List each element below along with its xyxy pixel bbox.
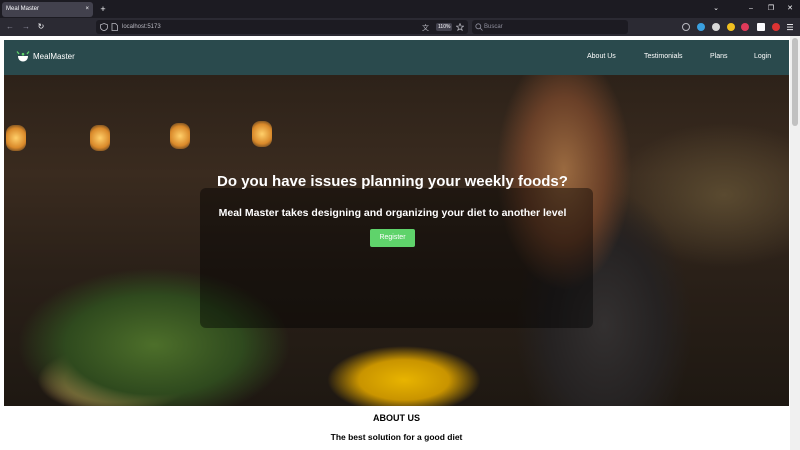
page-icon: [111, 23, 118, 31]
nav-link-login[interactable]: Login: [754, 50, 771, 64]
minimize-button[interactable]: –: [744, 2, 758, 16]
hero-lamp: [170, 123, 190, 149]
search-icon: [475, 23, 483, 31]
hero-lamp: [6, 125, 26, 151]
back-button[interactable]: ←: [4, 21, 16, 33]
svg-text:文: 文: [422, 23, 429, 31]
star-icon[interactable]: [456, 23, 464, 31]
extension-icon[interactable]: [757, 23, 765, 31]
page-viewport: MealMaster About Us Testimonials Plans L…: [0, 36, 800, 450]
extension-icon[interactable]: [772, 23, 780, 31]
download-icon[interactable]: [697, 23, 705, 31]
close-window-button[interactable]: ✕: [783, 2, 797, 16]
extension-icon[interactable]: [727, 23, 735, 31]
scrollbar-thumb[interactable]: [792, 38, 798, 126]
about-heading: ABOUT US: [373, 413, 420, 423]
url-bar[interactable]: localhost:5173 文 110%: [96, 20, 468, 34]
new-tab-button[interactable]: +: [98, 2, 108, 16]
search-bar[interactable]: Buscar: [472, 20, 628, 34]
menu-icon[interactable]: [786, 23, 794, 31]
register-button[interactable]: Register: [370, 229, 415, 247]
zoom-level[interactable]: 110%: [436, 23, 453, 31]
nav-link-testimonials[interactable]: Testimonials: [644, 50, 683, 64]
extension-icon[interactable]: [712, 23, 720, 31]
browser-tabbar: Meal Master × + ⌄ – ❐ ✕: [0, 0, 800, 18]
forward-button[interactable]: →: [20, 21, 32, 33]
hero-lamp: [90, 125, 110, 151]
url-text: localhost:5173: [122, 24, 161, 30]
reload-button[interactable]: ↻: [35, 21, 47, 33]
page-scrollbar[interactable]: [790, 36, 800, 450]
logo-bowl-icon[interactable]: [16, 50, 30, 64]
shield-icon: [100, 23, 108, 31]
hero-subtitle: Meal Master takes designing and organizi…: [218, 207, 567, 219]
translate-icon[interactable]: 文: [422, 23, 430, 31]
nav-link-about-us[interactable]: About Us: [587, 50, 616, 64]
hero-lamp: [252, 121, 272, 147]
search-placeholder: Buscar: [484, 24, 503, 30]
site-navbar: MealMaster About Us Testimonials Plans L…: [4, 40, 789, 75]
browser-tab[interactable]: Meal Master ×: [2, 2, 93, 17]
hero-title: Do you have issues planning your weekly …: [217, 173, 568, 190]
extension-icon[interactable]: [741, 23, 749, 31]
tab-close-icon[interactable]: ×: [85, 2, 89, 17]
restore-button[interactable]: ❐: [764, 2, 778, 16]
pocket-icon[interactable]: [682, 23, 690, 31]
tab-list-icon[interactable]: ⌄: [709, 2, 723, 16]
brand-name[interactable]: MealMaster: [33, 50, 75, 64]
tab-title: Meal Master: [6, 6, 40, 12]
nav-link-plans[interactable]: Plans: [710, 50, 728, 64]
browser-toolbar: ← → ↻ localhost:5173 文 110% Buscar: [0, 18, 800, 36]
about-tagline: The best solution for a good diet: [330, 432, 463, 442]
